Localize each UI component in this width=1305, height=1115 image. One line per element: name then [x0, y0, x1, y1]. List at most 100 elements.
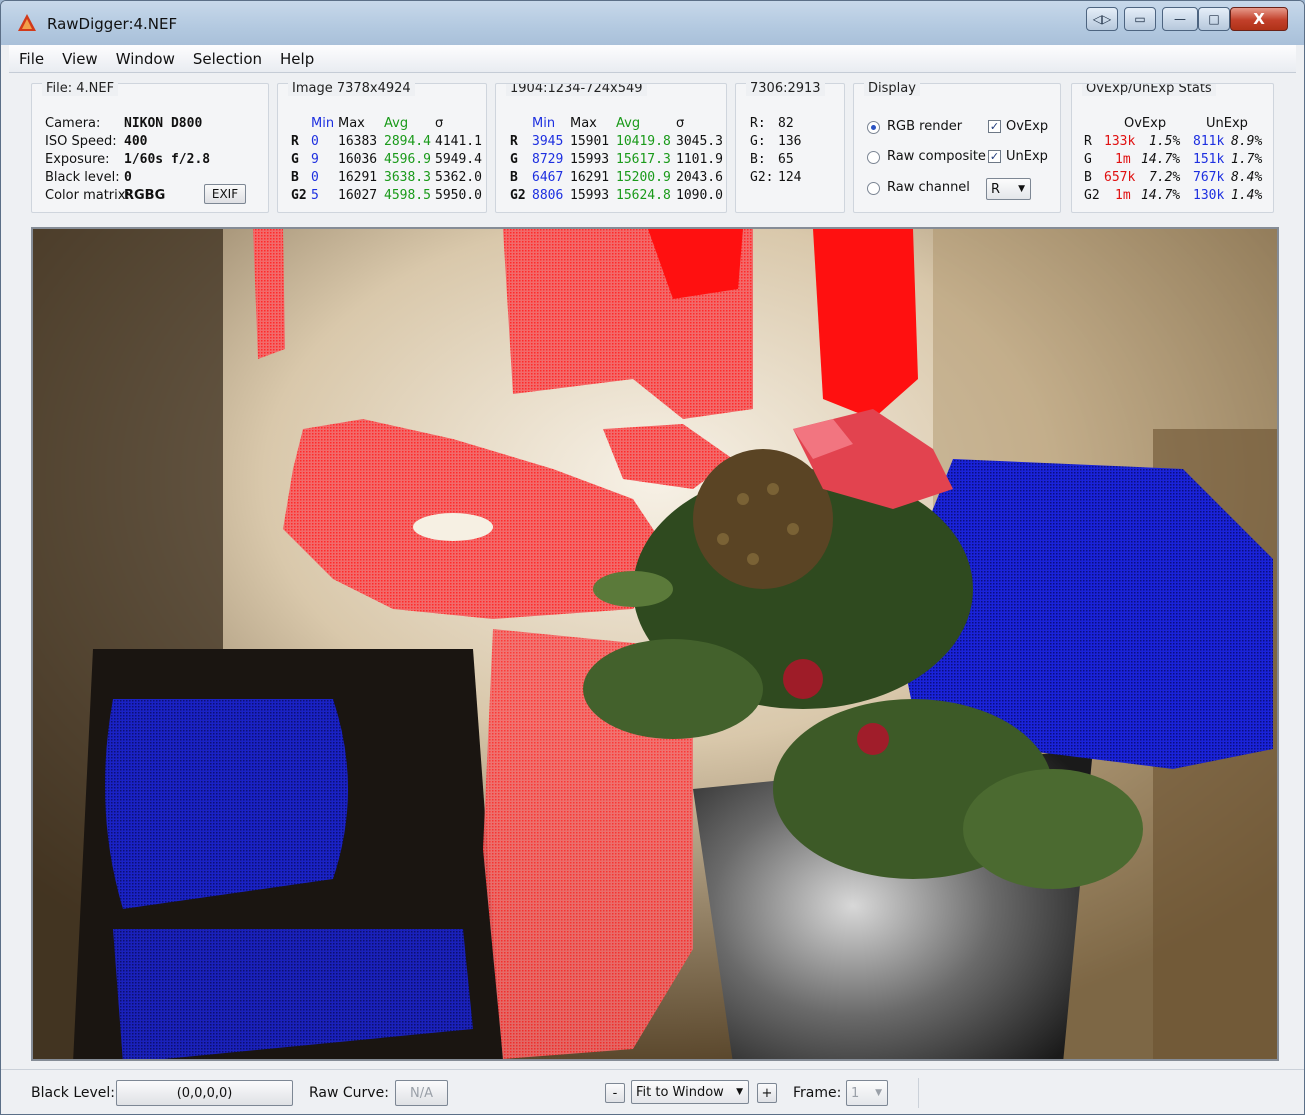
bottom-toolbar: Black Level: (0,0,0,0) Raw Curve: N/A - …: [1, 1069, 1304, 1114]
sel-r-sigma: 3045.3: [676, 134, 723, 149]
menu-help[interactable]: Help: [280, 50, 314, 68]
menu-selection[interactable]: Selection: [193, 50, 262, 68]
sel-g-min: 8729: [532, 152, 564, 167]
fullscreen-icon[interactable]: ▭: [1124, 7, 1156, 31]
sel-min-header: Min: [532, 116, 556, 131]
image-b-max: 16291: [338, 170, 378, 185]
title-bar[interactable]: RawDigger:4.NEF ◁▷ ▭ — □ X: [1, 1, 1304, 45]
close-button[interactable]: X: [1230, 7, 1288, 31]
zoom-select[interactable]: Fit to Window ▼: [631, 1080, 749, 1104]
stats-b-ov-pct: 7.2%: [1149, 170, 1181, 185]
image-g2-max: 16027: [338, 188, 378, 203]
stats-g-un: 151k: [1193, 152, 1225, 167]
sel-r-max: 15901: [570, 134, 610, 149]
ovexp-header: OvExp: [1124, 116, 1167, 131]
exposure-value: 1/60s f/2.8: [124, 152, 211, 167]
camera-label: Camera:: [45, 116, 101, 131]
stats-r-ov-pct: 1.5%: [1149, 134, 1181, 149]
stats-b-un: 767k: [1193, 170, 1225, 185]
pixel-r-value: 82: [778, 116, 794, 131]
image-g-ch: G: [291, 152, 299, 167]
sel-g2-max: 15993: [570, 188, 610, 203]
raw-channel-radio[interactable]: [867, 182, 880, 195]
sel-g-avg: 15617.3: [616, 152, 671, 167]
rgb-render-label[interactable]: RGB render: [887, 119, 962, 134]
sel-g2-ch: G2: [510, 188, 526, 203]
stats-r-un-pct: 8.9%: [1231, 134, 1263, 149]
menu-window[interactable]: Window: [116, 50, 175, 68]
sel-b-sigma: 2043.6: [676, 170, 723, 185]
exposure-stats-title: OvExp/UnExp Stats: [1082, 84, 1216, 96]
pixel-g-value: 136: [778, 134, 802, 149]
chevron-down-icon: ▼: [736, 1087, 743, 1097]
file-panel: File: 4.NEF Camera: NIKON D800 ISO Speed…: [31, 81, 269, 213]
stats-g-ch: G: [1084, 152, 1092, 167]
menu-bar: File View Window Selection Help: [9, 45, 1296, 73]
image-g2-ch: G2: [291, 188, 307, 203]
color-matrix-label: Color matrix:: [45, 188, 130, 203]
pixel-panel: 7306:2913 R: 82 G: 136 B: 65 G2: 124: [735, 81, 845, 213]
black-level-value: 0: [124, 170, 132, 185]
channel-select[interactable]: R ▼: [986, 178, 1031, 200]
stats-g-ov: 1m: [1115, 152, 1131, 167]
unexp-label[interactable]: UnExp: [1006, 149, 1048, 164]
sel-g-sigma: 1101.9: [676, 152, 723, 167]
raw-composite-radio[interactable]: [867, 151, 880, 164]
chevron-down-icon: ▼: [875, 1088, 882, 1098]
raw-curve-button[interactable]: N/A: [395, 1080, 448, 1106]
image-g-sigma: 5949.4: [435, 152, 482, 167]
stats-r-ov: 133k: [1104, 134, 1136, 149]
ovexp-label[interactable]: OvExp: [1006, 119, 1048, 134]
selection-stats-panel: 1904:1234-724x549 Min Max Avg σ R 3945 1…: [495, 83, 727, 213]
image-r-ch: R: [291, 134, 299, 149]
zoom-out-button[interactable]: -: [605, 1083, 625, 1103]
sel-r-ch: R: [510, 134, 518, 149]
black-level-button[interactable]: (0,0,0,0): [116, 1080, 293, 1106]
image-r-min: 0: [311, 134, 319, 149]
photo-canvas: [33, 229, 1277, 1059]
rgb-render-radio[interactable]: [867, 121, 880, 134]
image-r-avg: 2894.4: [384, 134, 431, 149]
ovexp-checkbox[interactable]: ✓: [988, 120, 1001, 133]
pixel-g-label: G:: [750, 134, 766, 149]
zoom-select-value: Fit to Window: [636, 1084, 724, 1100]
exif-button[interactable]: EXIF: [204, 184, 246, 204]
sel-b-min: 6467: [532, 170, 564, 185]
zoom-in-button[interactable]: +: [757, 1083, 777, 1103]
image-r-max: 16383: [338, 134, 378, 149]
stats-g2-un-pct: 1.4%: [1231, 188, 1263, 203]
chevron-down-icon: ▼: [1018, 184, 1025, 194]
frame-label: Frame:: [793, 1085, 842, 1101]
pixel-g2-label: G2:: [750, 170, 774, 185]
stats-b-un-pct: 8.4%: [1231, 170, 1263, 185]
minimize-button[interactable]: —: [1162, 7, 1198, 31]
stats-r-ch: R: [1084, 134, 1092, 149]
raw-channel-label[interactable]: Raw channel: [887, 180, 970, 195]
raw-composite-label[interactable]: Raw composite: [887, 149, 986, 164]
image-b-ch: B: [291, 170, 299, 185]
menu-file[interactable]: File: [19, 50, 44, 68]
restore-icon[interactable]: ◁▷: [1086, 7, 1118, 31]
stats-g2-ch: G2: [1084, 188, 1100, 203]
menu-view[interactable]: View: [62, 50, 98, 68]
pixel-r-label: R:: [750, 116, 766, 131]
image-g2-avg: 4598.5: [384, 188, 431, 203]
stats-g2-un: 130k: [1193, 188, 1225, 203]
sel-sigma-header: σ: [676, 116, 685, 131]
stats-g-ov-pct: 14.7%: [1141, 152, 1181, 167]
pixel-panel-title: 7306:2913: [746, 81, 825, 96]
frame-select[interactable]: 1 ▼: [846, 1080, 888, 1106]
sel-b-avg: 15200.9: [616, 170, 671, 185]
maximize-button[interactable]: □: [1198, 7, 1230, 31]
image-stats-title: Image 7378x4924: [288, 81, 415, 96]
file-panel-title: File: 4.NEF: [42, 81, 119, 96]
unexp-checkbox[interactable]: ✓: [988, 150, 1001, 163]
pixel-b-label: B:: [750, 152, 766, 167]
sel-g-ch: G: [510, 152, 518, 167]
stats-g2-ov-pct: 14.7%: [1141, 188, 1181, 203]
sel-b-ch: B: [510, 170, 518, 185]
image-preview[interactable]: [31, 227, 1279, 1061]
black-level-label: Black level:: [45, 170, 120, 185]
iso-label: ISO Speed:: [45, 134, 117, 149]
sel-g2-avg: 15624.8: [616, 188, 671, 203]
